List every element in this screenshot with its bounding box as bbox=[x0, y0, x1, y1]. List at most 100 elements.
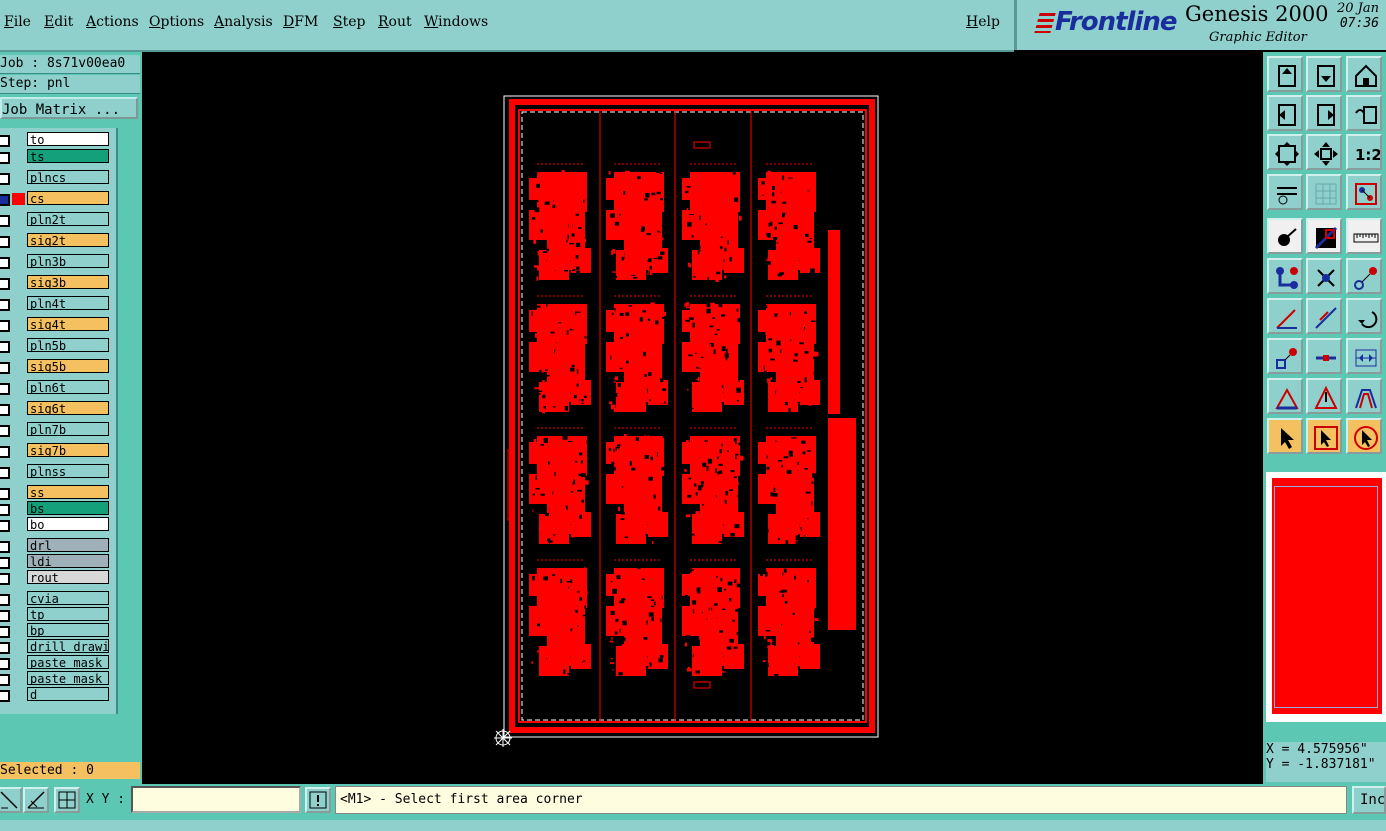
layer-checkbox[interactable] bbox=[0, 690, 10, 702]
house-button[interactable] bbox=[1346, 56, 1382, 92]
triangle-button[interactable] bbox=[1267, 378, 1303, 414]
graphic-canvas[interactable] bbox=[142, 52, 1263, 784]
layer-checkbox[interactable] bbox=[0, 610, 10, 622]
diagonal-button[interactable] bbox=[1306, 298, 1342, 334]
layer-name[interactable]: rout bbox=[27, 570, 109, 584]
ruler-button[interactable] bbox=[1346, 218, 1382, 254]
menu-actions[interactable]: Actions bbox=[86, 14, 139, 30]
layer-name[interactable]: pln7b bbox=[27, 422, 109, 436]
dimension-button[interactable] bbox=[1346, 338, 1382, 374]
layer-checkbox[interactable] bbox=[0, 194, 10, 206]
layer-name[interactable]: tp bbox=[27, 607, 109, 621]
layer-checkbox[interactable] bbox=[0, 299, 10, 311]
layer-row-drl[interactable]: drl bbox=[0, 538, 116, 553]
layer-row-sig4t[interactable]: sig4t bbox=[0, 317, 116, 332]
measure-area-button[interactable] bbox=[1306, 218, 1342, 254]
menu-rout[interactable]: Rout bbox=[378, 14, 412, 30]
menu-dfm[interactable]: DFM bbox=[283, 14, 318, 30]
layer-name[interactable]: paste_mask_t bbox=[27, 671, 109, 685]
layer-name[interactable]: sig6t bbox=[27, 401, 109, 415]
layer-checkbox[interactable] bbox=[0, 626, 10, 638]
select-frame-button[interactable] bbox=[1306, 418, 1342, 454]
layer-checkbox[interactable] bbox=[0, 173, 10, 185]
overview-map[interactable] bbox=[1266, 472, 1386, 722]
xy-input[interactable] bbox=[131, 786, 301, 813]
layer-name[interactable]: sig5b bbox=[27, 359, 109, 373]
layer-row-sig5b[interactable]: sig5b bbox=[0, 359, 116, 374]
layer-name[interactable]: pln4t bbox=[27, 296, 109, 310]
cross-button[interactable] bbox=[1306, 258, 1342, 294]
layer-row-sig3b[interactable]: sig3b bbox=[0, 275, 116, 290]
layer-checkbox[interactable] bbox=[0, 152, 10, 164]
alert-button[interactable] bbox=[305, 787, 331, 813]
layer-checkbox[interactable] bbox=[0, 642, 10, 654]
layer-checkbox[interactable] bbox=[0, 341, 10, 353]
fit-profile-button[interactable] bbox=[1306, 134, 1342, 170]
layer-checkbox[interactable] bbox=[0, 215, 10, 227]
layers-button[interactable] bbox=[1346, 174, 1382, 210]
point-button[interactable] bbox=[1346, 258, 1382, 294]
menu-windows[interactable]: Windows bbox=[424, 14, 488, 30]
inc-button[interactable]: Inc bbox=[1352, 786, 1386, 814]
layer-checkbox[interactable] bbox=[0, 467, 10, 479]
menu-analysis[interactable]: Analysis bbox=[214, 14, 273, 30]
layer-checkbox[interactable] bbox=[0, 446, 10, 458]
layer-checkbox[interactable] bbox=[0, 658, 10, 670]
menu-file[interactable]: File bbox=[4, 14, 31, 30]
layer-checkbox[interactable] bbox=[0, 594, 10, 606]
layer-checkbox[interactable] bbox=[0, 278, 10, 290]
layer-row-paste-mask-b[interactable]: paste_mask_b bbox=[0, 655, 116, 670]
layer-checkbox[interactable] bbox=[0, 135, 10, 147]
layer-row-to[interactable]: to bbox=[0, 132, 116, 147]
grid-button[interactable] bbox=[1306, 174, 1342, 210]
zoom-home-button[interactable] bbox=[1267, 56, 1303, 92]
zoom-back-button[interactable] bbox=[1306, 56, 1342, 92]
menu-step[interactable]: Step bbox=[333, 14, 365, 30]
layer-name[interactable]: pln5b bbox=[27, 338, 109, 352]
layer-row-pln5b[interactable]: pln5b bbox=[0, 338, 116, 353]
layer-row-pln2t[interactable]: pln2t bbox=[0, 212, 116, 227]
layer-row-cs[interactable]: cs bbox=[0, 191, 116, 206]
layer-row-paste-mask-t[interactable]: paste_mask_t bbox=[0, 671, 116, 686]
triangle-fill-button[interactable] bbox=[1346, 378, 1382, 414]
layer-name[interactable]: plnss bbox=[27, 464, 109, 478]
layer-row-plnss[interactable]: plnss bbox=[0, 464, 116, 479]
layer-row-tp[interactable]: tp bbox=[0, 607, 116, 622]
layer-checkbox[interactable] bbox=[0, 320, 10, 332]
layer-checkbox[interactable] bbox=[0, 362, 10, 374]
menu-options[interactable]: Options bbox=[149, 14, 204, 30]
layer-name[interactable]: sig3b bbox=[27, 275, 109, 289]
one-to-two-button[interactable]: 1:2 bbox=[1346, 134, 1382, 170]
layer-row-bo[interactable]: bo bbox=[0, 517, 116, 532]
layer-name[interactable]: plncs bbox=[27, 170, 109, 184]
layer-checkbox[interactable] bbox=[0, 557, 10, 569]
layer-row-sig6t[interactable]: sig6t bbox=[0, 401, 116, 416]
layer-name[interactable]: drill_drawing bbox=[27, 639, 109, 653]
layer-row-ts[interactable]: ts bbox=[0, 149, 116, 164]
angle-mode-button[interactable] bbox=[23, 787, 49, 813]
layer-name[interactable]: paste_mask_b bbox=[27, 655, 109, 669]
snap-mode-button[interactable] bbox=[0, 787, 22, 813]
pin-button[interactable] bbox=[1306, 338, 1342, 374]
layer-checkbox[interactable] bbox=[0, 573, 10, 585]
layer-row-sig2t[interactable]: sig2t bbox=[0, 233, 116, 248]
layer-checkbox[interactable] bbox=[0, 504, 10, 516]
line-button[interactable] bbox=[1267, 298, 1303, 334]
layer-name[interactable]: d bbox=[27, 687, 109, 701]
layer-row-pln3b[interactable]: pln3b bbox=[0, 254, 116, 269]
settings-button[interactable] bbox=[1267, 174, 1303, 210]
layer-name[interactable]: ts bbox=[27, 149, 109, 163]
layer-row-ss[interactable]: ss bbox=[0, 485, 116, 500]
layer-name[interactable]: bp bbox=[27, 623, 109, 637]
job-matrix-button[interactable]: Job Matrix ... bbox=[0, 97, 138, 119]
pan-right-button[interactable] bbox=[1306, 95, 1342, 131]
layer-name[interactable]: bo bbox=[27, 517, 109, 531]
layer-row-cvia[interactable]: cvia bbox=[0, 591, 116, 606]
pad-button[interactable] bbox=[1267, 338, 1303, 374]
layer-name[interactable]: cvia bbox=[27, 591, 109, 605]
layer-name[interactable]: sig2t bbox=[27, 233, 109, 247]
layer-name[interactable]: pln3b bbox=[27, 254, 109, 268]
layer-checkbox[interactable] bbox=[0, 488, 10, 500]
select-rotate-button[interactable] bbox=[1346, 418, 1382, 454]
fit-all-button[interactable] bbox=[1267, 134, 1303, 170]
